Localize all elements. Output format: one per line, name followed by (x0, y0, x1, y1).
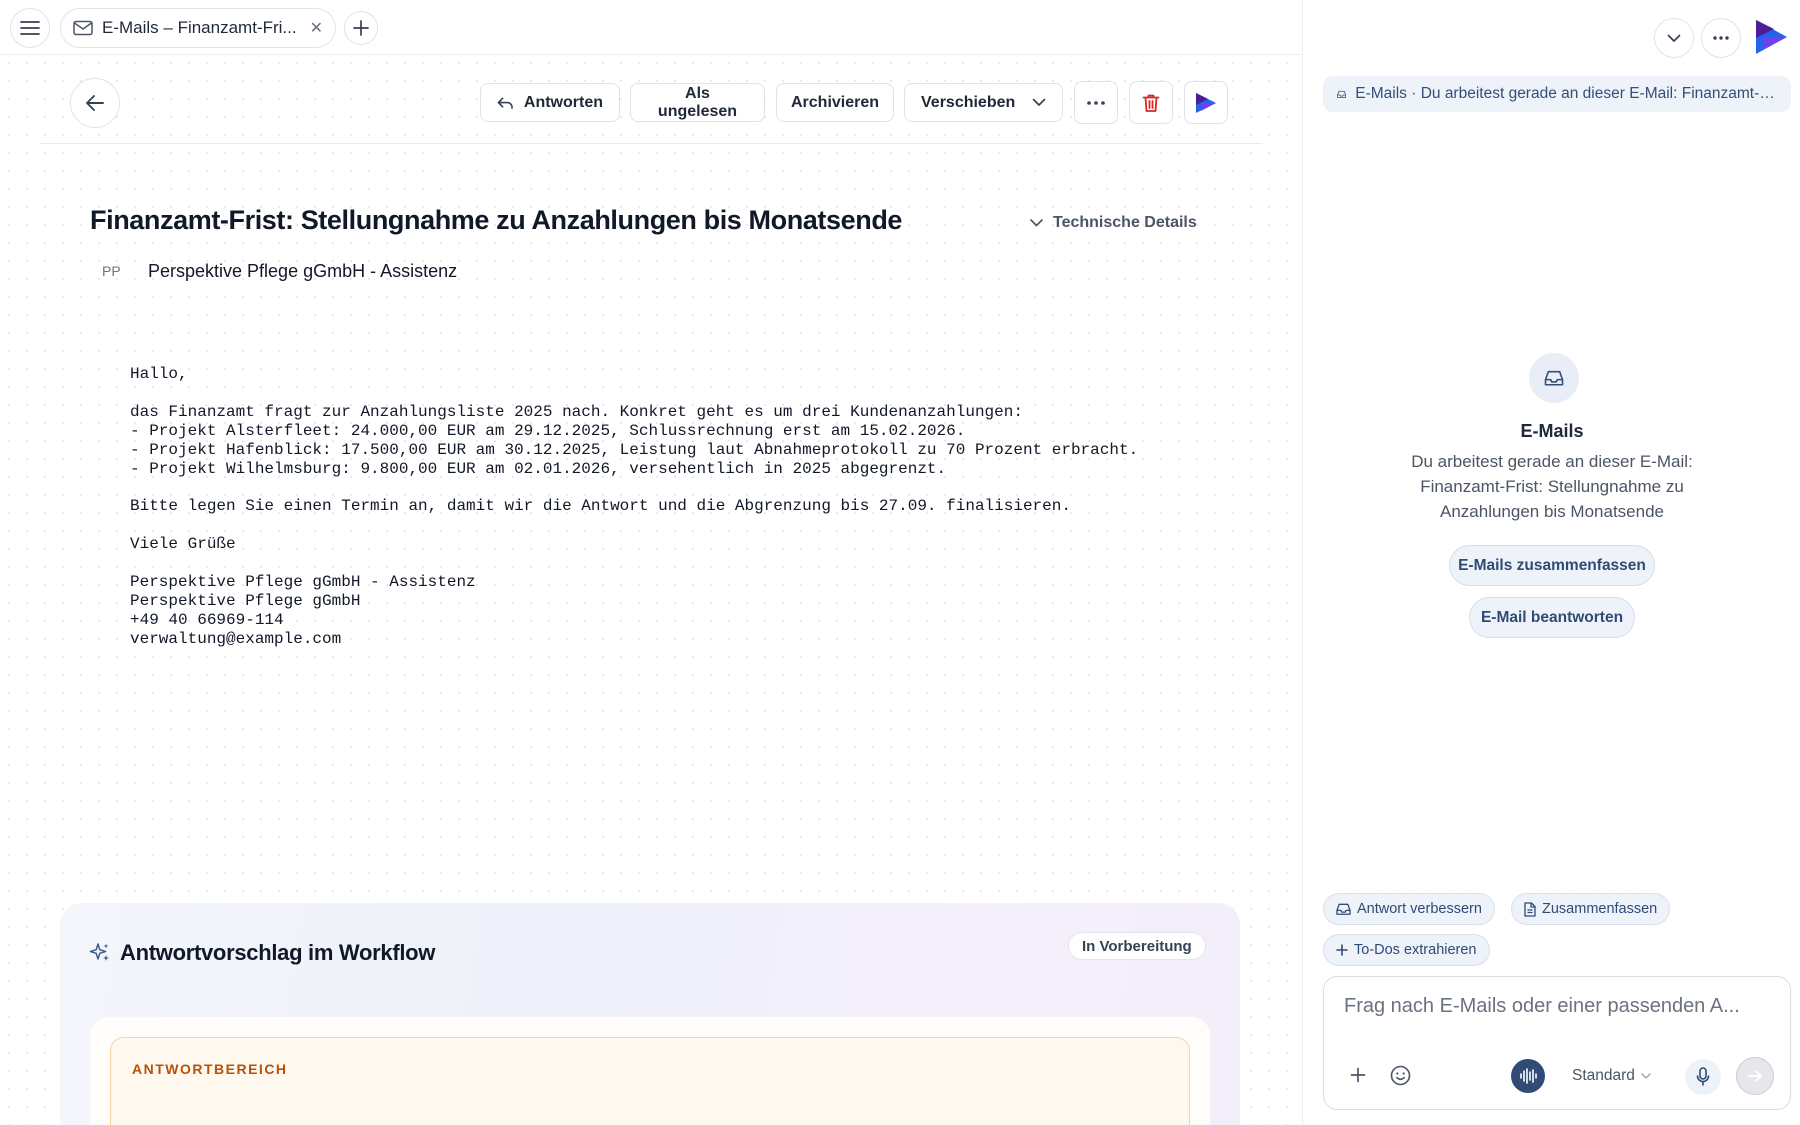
brand-logo (1753, 18, 1789, 56)
context-text: E-Mails · Du arbeitest gerade an dieser … (1355, 85, 1777, 103)
model-select[interactable]: Standard (1572, 1067, 1651, 1085)
delete-button[interactable] (1129, 81, 1173, 124)
inbox-icon (1336, 903, 1351, 916)
trash-icon (1142, 93, 1160, 113)
reply-email-button[interactable]: E-Mail beantworten (1469, 597, 1635, 638)
reply-button[interactable]: Antworten (480, 83, 620, 122)
technical-details-toggle[interactable]: Technische Details (1030, 214, 1197, 232)
summarize-label: Zusammenfassen (1542, 901, 1657, 917)
microphone-icon (1696, 1067, 1710, 1087)
improve-reply-label: Antwort verbessern (1357, 901, 1482, 917)
tab-emails[interactable]: E-Mails – Finanzamt-Fri... ✕ (60, 8, 336, 48)
reply-area[interactable]: ANTWORTBEREICH (110, 1037, 1190, 1125)
hamburger-icon (20, 20, 40, 36)
brand-logo-icon (1193, 91, 1219, 115)
more-horizontal-icon (1087, 101, 1105, 105)
more-horizontal-icon (1713, 36, 1729, 40)
waveform-icon (1519, 1067, 1537, 1085)
tab-title: E-Mails – Finanzamt-Fri... (102, 18, 301, 38)
improve-reply-chip[interactable]: Antwort verbessern (1323, 893, 1495, 925)
model-label: Standard (1572, 1067, 1635, 1085)
plus-icon (353, 20, 369, 36)
menu-button[interactable] (10, 8, 50, 48)
plus-icon (1350, 1067, 1366, 1083)
extract-todos-chip[interactable]: To-Dos extrahieren (1323, 934, 1490, 966)
status-badge: In Vorbereitung (1068, 932, 1206, 960)
email-subject: Finanzamt-Frist: Stellungnahme zu Anzahl… (90, 205, 902, 236)
technical-details-label: Technische Details (1053, 214, 1197, 232)
chevron-down-icon (1032, 98, 1046, 107)
more-actions-button[interactable] (1074, 81, 1118, 124)
summarize-chip[interactable]: Zusammenfassen (1511, 893, 1670, 925)
context-title: E-Mails (1303, 421, 1800, 442)
archive-button[interactable]: Archivieren (776, 83, 894, 122)
emoji-icon (1390, 1065, 1411, 1086)
workflow-card: ANTWORTBEREICH (90, 1017, 1210, 1125)
tab-bar: E-Mails – Finanzamt-Fri... ✕ (0, 0, 1302, 55)
toolbar-divider (40, 143, 1262, 144)
emails-context-icon-wrap (1529, 353, 1579, 403)
brand-logo-icon (1753, 18, 1789, 56)
composer-input[interactable]: Frag nach E-Mails oder einer passenden A… (1344, 995, 1740, 1018)
chevron-down-icon (1667, 34, 1681, 43)
mark-unread-button[interactable]: Als ungelesen (630, 83, 765, 122)
move-dropdown-button[interactable]: Verschieben (904, 83, 1063, 122)
document-icon (1524, 902, 1536, 917)
inbox-icon (1337, 87, 1346, 102)
assistant-panel: E-Mails · Du arbeitest gerade an dieser … (1302, 0, 1800, 1125)
panel-more-button[interactable] (1701, 18, 1741, 58)
ai-assistant-button[interactable] (1184, 81, 1228, 124)
context-pill[interactable]: E-Mails · Du arbeitest gerade an dieser … (1323, 76, 1791, 112)
arrow-left-icon (85, 94, 105, 112)
reply-area-label: ANTWORTBEREICH (132, 1061, 288, 1077)
close-tab-icon[interactable]: ✕ (310, 18, 323, 38)
mail-icon (73, 20, 93, 36)
move-label: Verschieben (921, 94, 1015, 112)
reply-label: Antworten (524, 94, 603, 112)
microphone-button[interactable] (1685, 1059, 1721, 1095)
mark-unread-label: Als ungelesen (647, 85, 748, 121)
archive-label: Archivieren (791, 94, 879, 112)
email-main-area: E-Mails – Finanzamt-Fri... ✕ Antworten A… (0, 0, 1302, 1125)
sender-name: Perspektive Pflege gGmbH - Assistenz (148, 261, 457, 282)
sparkle-icon (89, 942, 111, 964)
extract-todos-label: To-Dos extrahieren (1354, 942, 1477, 958)
send-button[interactable] (1736, 1057, 1774, 1095)
chevron-down-icon (1641, 1073, 1651, 1079)
sender-avatar: PP (102, 263, 121, 279)
chat-composer[interactable]: Frag nach E-Mails oder einer passenden A… (1323, 976, 1791, 1110)
voice-mode-button[interactable] (1511, 1059, 1545, 1093)
attach-button[interactable] (1350, 1067, 1366, 1083)
plus-icon (1336, 944, 1348, 956)
workflow-title: Antwortvorschlag im Workflow (120, 940, 435, 966)
collapse-button[interactable] (1654, 18, 1694, 58)
emoji-button[interactable] (1390, 1065, 1411, 1086)
chevron-down-icon (1030, 219, 1043, 227)
new-tab-button[interactable] (344, 11, 378, 45)
context-description: Du arbeitest gerade an dieser E-Mail: Fi… (1383, 449, 1721, 524)
workflow-reply-suggestion: Antwortvorschlag im Workflow In Vorberei… (60, 903, 1240, 1125)
arrow-right-icon (1747, 1069, 1763, 1083)
reply-icon (497, 96, 514, 110)
email-body: Hallo, das Finanzamt fragt zur Anzahlung… (130, 365, 1138, 649)
summarize-emails-button[interactable]: E-Mails zusammenfassen (1449, 545, 1655, 586)
back-button[interactable] (70, 78, 120, 128)
inbox-icon (1544, 370, 1564, 387)
